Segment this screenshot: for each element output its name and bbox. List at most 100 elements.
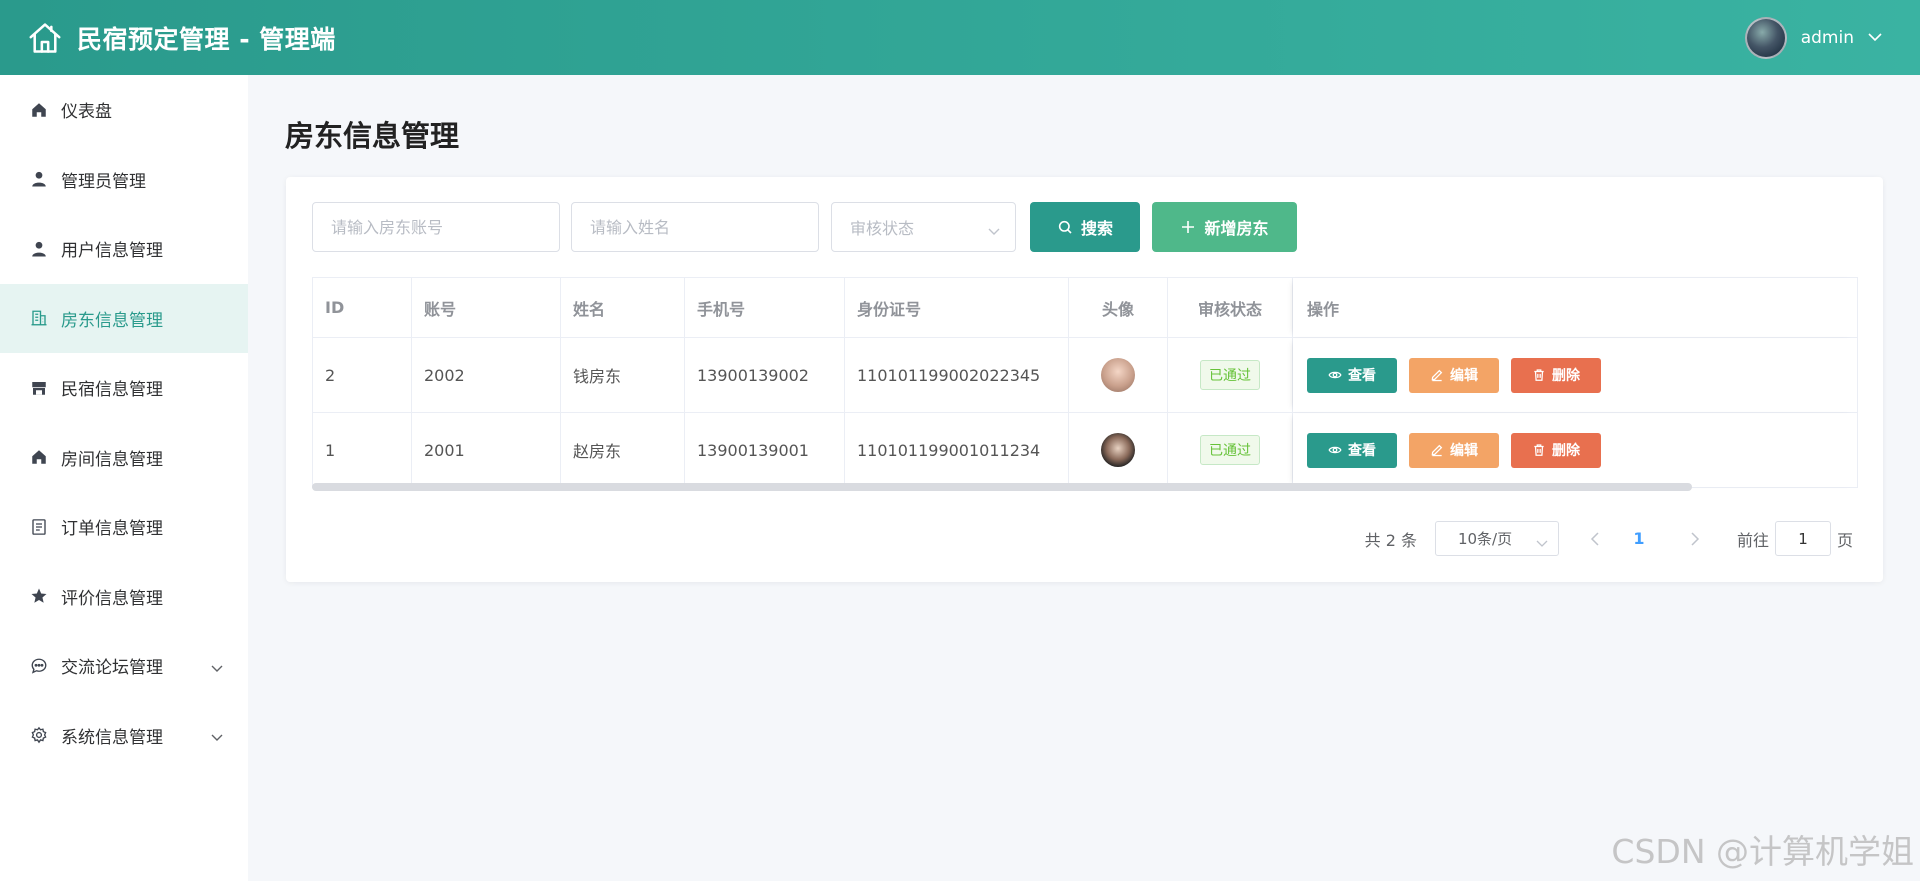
sidebar-item-label: 仪表盘	[61, 102, 112, 123]
edit-icon	[1431, 444, 1443, 457]
status-badge: 已通过	[1200, 435, 1260, 465]
delete-button-label: 删除	[1552, 443, 1580, 459]
avatar[interactable]	[1101, 433, 1135, 467]
page-number-current[interactable]: 1	[1619, 529, 1659, 548]
sidebar-item-landlords[interactable]: 房东信息管理	[0, 283, 248, 353]
goto-page-input[interactable]: 1	[1774, 521, 1831, 556]
cell-id: 1	[313, 413, 412, 487]
page-size-select[interactable]: 10条/页	[1434, 521, 1559, 556]
cell-id: 2	[313, 338, 412, 412]
table-horizontal-scrollbar[interactable]	[312, 483, 1692, 491]
sidebar-item-rooms[interactable]: 房间信息管理	[0, 423, 248, 493]
sidebar-item-homestays[interactable]: 民宿信息管理	[0, 353, 248, 423]
star-icon	[29, 586, 49, 606]
page-suffix-label: 页	[1836, 530, 1853, 550]
gear-icon	[29, 725, 49, 745]
watermark: CSDN @计算机学姐	[1611, 832, 1914, 871]
cell-avatar	[1069, 338, 1168, 412]
delete-button[interactable]: 删除	[1511, 432, 1601, 468]
table-row: 2 2002 钱房东 13900139002 11010119900202234…	[313, 338, 1857, 413]
delete-button[interactable]: 删除	[1511, 357, 1601, 393]
page-title: 房东信息管理	[285, 119, 460, 153]
search-button[interactable]: 搜索	[1030, 202, 1140, 252]
plus-icon	[1182, 221, 1195, 233]
sidebar-item-label: 民宿信息管理	[61, 380, 163, 401]
view-button[interactable]: 查看	[1307, 357, 1397, 393]
house-logo-icon	[25, 18, 65, 58]
cell-name: 钱房东	[561, 338, 685, 412]
prev-page-button[interactable]	[1579, 531, 1611, 546]
sidebar-item-label: 订单信息管理	[61, 519, 163, 540]
user-menu[interactable]: admin	[1744, 0, 1882, 75]
chevron-left-icon	[1590, 531, 1599, 546]
username[interactable]: admin	[1801, 28, 1854, 48]
chevron-down-icon[interactable]	[1868, 31, 1882, 45]
search-icon	[1058, 220, 1072, 234]
building-icon	[29, 308, 49, 328]
edit-button-label: 编辑	[1450, 443, 1478, 459]
edit-button[interactable]: 编辑	[1409, 357, 1499, 393]
view-button-label: 查看	[1348, 368, 1376, 384]
account-search-input[interactable]	[312, 202, 560, 252]
sidebar-item-reviews[interactable]: 评价信息管理	[0, 562, 248, 632]
view-button[interactable]: 查看	[1307, 432, 1397, 468]
sidebar-item-label: 评价信息管理	[61, 588, 163, 609]
chevron-right-icon	[1691, 531, 1700, 546]
sidebar-item-system[interactable]: 系统信息管理	[0, 701, 248, 771]
sidebar-item-label: 用户信息管理	[61, 241, 163, 262]
status-select[interactable]: 审核状态	[831, 202, 1016, 252]
cell-account: 2001	[412, 413, 561, 487]
pagination: 共 2 条 10条/页 1 前往 1 页	[1365, 521, 1853, 556]
content-card: 审核状态 搜索 新增房东 ID 账号 姓名 手机号 身份证号 头像 审核状态 操…	[286, 177, 1883, 582]
sidebar-item-forum[interactable]: 交流论坛管理	[0, 631, 248, 701]
trash-icon	[1534, 444, 1544, 456]
edit-button-label: 编辑	[1450, 368, 1478, 384]
cell-actions: 查看 编辑 删除	[1293, 413, 1857, 487]
name-search-input[interactable]	[571, 202, 819, 252]
goto-label: 前往	[1736, 530, 1769, 550]
search-button-label: 搜索	[1080, 219, 1113, 238]
table-row: 1 2001 赵房东 13900139001 11010119900101123…	[313, 413, 1857, 487]
sidebar-item-admin[interactable]: 管理员管理	[0, 145, 248, 215]
add-landlord-button[interactable]: 新增房东	[1152, 202, 1297, 252]
user-icon	[29, 239, 49, 259]
avatar[interactable]	[1101, 358, 1135, 392]
column-header: 手机号	[685, 278, 845, 337]
column-header: 审核状态	[1168, 278, 1293, 337]
user-icon	[29, 169, 49, 189]
edit-icon	[1431, 369, 1443, 382]
top-header: 民宿预定管理 - 管理端 admin	[0, 0, 1920, 75]
landlord-table: ID 账号 姓名 手机号 身份证号 头像 审核状态 操作 2 2002 钱房东 …	[312, 277, 1858, 488]
pagination-total: 共 2 条	[1364, 530, 1417, 550]
cell-idcard: 110101199002022345	[845, 338, 1069, 412]
next-page-button[interactable]	[1679, 531, 1711, 546]
sidebar-item-label: 系统信息管理	[61, 727, 163, 748]
edit-button[interactable]: 编辑	[1409, 432, 1499, 468]
cell-idcard: 110101199001011234	[845, 413, 1069, 487]
status-badge: 已通过	[1200, 360, 1260, 390]
sidebar-item-users[interactable]: 用户信息管理	[0, 214, 248, 284]
cell-phone: 13900139001	[685, 413, 845, 487]
add-button-label: 新增房东	[1204, 219, 1269, 238]
column-header: 操作	[1293, 278, 1857, 337]
delete-button-label: 删除	[1552, 368, 1580, 384]
sidebar-item-dashboard[interactable]: 仪表盘	[0, 75, 248, 145]
avatar[interactable]	[1744, 16, 1787, 59]
home-icon	[29, 447, 49, 467]
shop-icon	[29, 378, 49, 398]
page-size-value: 10条/页	[1457, 530, 1513, 548]
column-header: 头像	[1069, 278, 1168, 337]
home-icon	[29, 100, 49, 120]
column-header: 账号	[412, 278, 561, 337]
column-header: 姓名	[561, 278, 685, 337]
cell-phone: 13900139002	[685, 338, 845, 412]
chevron-down-icon	[1536, 534, 1548, 552]
cell-actions: 查看 编辑 删除	[1293, 338, 1857, 412]
table-header-row: ID 账号 姓名 手机号 身份证号 头像 审核状态 操作	[313, 278, 1857, 338]
eye-icon	[1328, 371, 1342, 379]
chevron-down-icon	[987, 222, 1001, 241]
chevron-down-icon	[210, 660, 224, 672]
sidebar-item-orders[interactable]: 订单信息管理	[0, 492, 248, 562]
cell-avatar	[1069, 413, 1168, 487]
app-title: 民宿预定管理 - 管理端	[77, 24, 336, 54]
